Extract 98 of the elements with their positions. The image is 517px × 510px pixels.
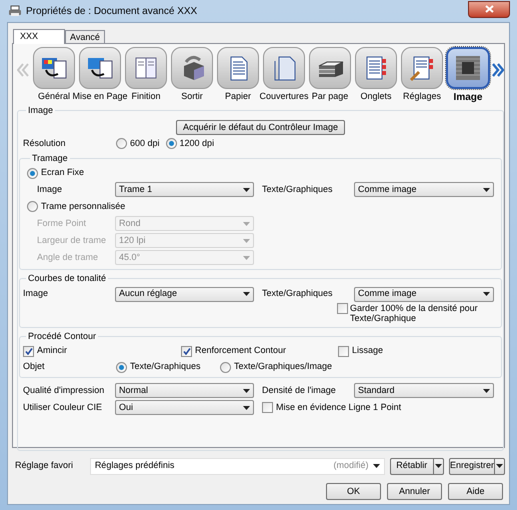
category-label: Réglages: [402, 90, 442, 103]
group-title: Image: [27, 104, 54, 117]
label: Forme Point: [37, 216, 88, 230]
tab[interactable]: XXX: [13, 29, 65, 44]
category-label: Par page: [312, 90, 348, 103]
dropdown[interactable]: Oui: [115, 400, 254, 415]
category-label: Mise en Page: [72, 90, 128, 103]
label: Ecran Fixe: [41, 166, 84, 180]
radio-button[interactable]: [116, 362, 127, 372]
dropdown-arrow-icon: [243, 188, 250, 192]
dropdown-arrow-icon: [243, 256, 250, 260]
category-label: Couvertures: [259, 90, 309, 103]
dropdown[interactable]: Comme image: [354, 182, 494, 197]
label: Objet: [23, 360, 46, 374]
dropdown[interactable]: Standard: [354, 383, 494, 398]
checkbox[interactable]: [181, 346, 192, 356]
printer-icon: [8, 5, 22, 17]
dropdown: Rond: [115, 216, 254, 231]
label: Image: [37, 182, 64, 196]
label: 1200 dpi: [180, 136, 214, 150]
label: Utiliser Couleur CIE: [23, 400, 104, 414]
radio-button[interactable]: [220, 362, 231, 372]
category-button[interactable]: [263, 47, 305, 89]
category-button[interactable]: [125, 47, 167, 89]
category-label: Onglets: [360, 90, 392, 103]
dropdown: 45.0°: [115, 250, 254, 265]
dropdown[interactable]: Normal: [115, 383, 254, 398]
tab[interactable]: Avancé: [65, 30, 105, 43]
dropdown[interactable]: Trame 1: [115, 182, 254, 197]
split-button[interactable]: Rétablir: [390, 458, 444, 474]
window-title: Propriétés de : Document avancé XXX: [26, 4, 198, 18]
label: 600 dpi: [130, 136, 160, 150]
label: Mise en évidence Ligne 1 Point: [276, 400, 402, 414]
label: Texte/Graphiques: [262, 182, 334, 196]
category-button[interactable]: [446, 47, 490, 89]
checkbox[interactable]: [338, 346, 349, 356]
dropdown: 120 lpi: [115, 233, 254, 248]
double-chevron-right-icon: [492, 63, 504, 77]
category-button[interactable]: [33, 47, 75, 89]
dropdown[interactable]: Aucun réglage: [115, 286, 254, 302]
status-label: (modifié): [334, 459, 369, 472]
category-label: Finition: [131, 90, 160, 103]
label: Résolution: [23, 136, 67, 150]
label: Garder 100% de la densité pour Texte/Graphique: [350, 302, 479, 322]
category-button[interactable]: [401, 47, 443, 89]
double-chevron-left-icon: [17, 63, 29, 77]
dropdown-arrow-icon: [483, 188, 490, 192]
acquire-default-button[interactable]: Acquérir le défaut du Contrôleur Image: [176, 120, 346, 134]
category-button[interactable]: [171, 47, 213, 89]
group-title: Procédé Contour: [27, 330, 98, 342]
group-title: Tramage: [31, 152, 69, 165]
category-label: Papier: [224, 90, 251, 103]
label: Qualité d'impression: [23, 384, 106, 397]
category-button[interactable]: [217, 47, 259, 89]
split-button[interactable]: Enregistrer: [448, 458, 505, 474]
checkbox[interactable]: [337, 302, 348, 314]
label: Image: [23, 287, 50, 300]
label: Densité de l'image: [262, 384, 337, 397]
radio-button[interactable]: [116, 138, 127, 149]
dialog-button[interactable]: OK: [326, 483, 381, 500]
dropdown-arrow-icon: [434, 464, 442, 468]
dialog-button[interactable]: Aide: [448, 483, 503, 500]
dropdown-arrow-icon: [243, 222, 250, 226]
label: Réglage favori: [15, 459, 74, 472]
label: Renforcement Contour: [195, 344, 286, 358]
checkbox[interactable]: [23, 346, 34, 356]
category-label: Général: [38, 90, 70, 103]
label: Angle de trame: [37, 250, 100, 264]
dropdown-arrow-icon: [483, 292, 490, 296]
label: Lissage: [352, 344, 384, 358]
dropdown-arrow-icon: [483, 388, 490, 392]
category-button[interactable]: [309, 47, 351, 89]
label: Texte/Graphiques: [262, 287, 334, 300]
dialog-button[interactable]: Annuler: [387, 483, 442, 500]
label: Amincir: [37, 344, 68, 358]
dropdown-arrow-icon: [496, 464, 503, 468]
label: Texte/Graphiques/Image: [234, 360, 332, 374]
dropdown-arrow-icon: [243, 388, 250, 392]
category-button[interactable]: [355, 47, 397, 89]
label: Texte/Graphiques: [130, 360, 201, 374]
close-button[interactable]: [468, 0, 510, 18]
dropdown-arrow-icon: [243, 292, 250, 296]
category-label: Sortir: [181, 90, 203, 103]
radio-button[interactable]: [27, 201, 38, 212]
label: Trame personnalisée: [41, 200, 126, 213]
dropdown[interactable]: Comme image: [354, 286, 494, 302]
category-button[interactable]: [79, 47, 121, 89]
category-label: Image: [454, 91, 482, 105]
label: Largeur de trame: [37, 234, 108, 247]
radio-button[interactable]: [27, 168, 38, 178]
close-icon: [484, 5, 494, 13]
dropdown-arrow-icon: [243, 238, 250, 242]
preset-dropdown[interactable]: Réglages prédéfinis (modifié): [90, 458, 385, 474]
checkbox[interactable]: [262, 402, 273, 413]
radio-button[interactable]: [166, 138, 177, 149]
dropdown-arrow-icon: [372, 464, 380, 468]
dropdown-arrow-icon: [243, 406, 250, 410]
group-title: Courbes de tonalité: [27, 272, 108, 285]
